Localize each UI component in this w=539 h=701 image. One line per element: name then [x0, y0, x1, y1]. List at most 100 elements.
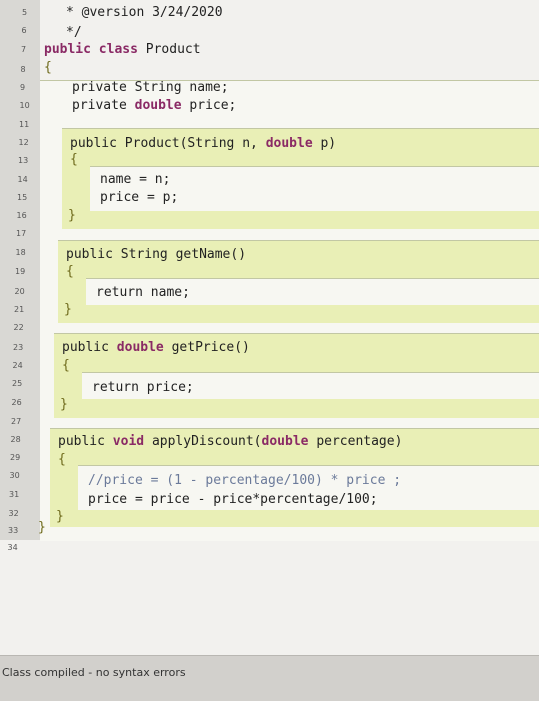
code-line-8: { — [44, 60, 52, 75]
line-number: 6 — [21, 26, 27, 35]
code-line-13: { — [70, 152, 78, 167]
code-line-12: public Product(String n, double p) — [70, 136, 336, 151]
keyword: private — [72, 98, 127, 113]
code-line-30: //price = (1 - percentage/100) * price ; — [88, 473, 401, 488]
param: percentage) — [316, 434, 403, 449]
keyword: double — [261, 434, 309, 449]
javadoc-end: */ — [66, 25, 82, 40]
line-number: 11 — [19, 120, 30, 129]
code-line-31: price = price - price*percentage/100; — [88, 492, 378, 507]
keyword: public — [66, 247, 113, 262]
line-number: 14 — [17, 175, 28, 184]
code-line-6: */ — [66, 25, 82, 40]
comment: //price = (1 - percentage/100) * price ; — [88, 473, 402, 488]
line-number: 28 — [10, 435, 21, 444]
line-number: 26 — [11, 398, 22, 407]
keyword: return — [92, 380, 139, 395]
code-line-19: { — [66, 264, 74, 279]
brace: } — [38, 520, 46, 535]
line-number-gutter: 5 6 7 8 9 10 11 12 13 14 15 16 17 18 19 20 21 22 23 24 25 26 2… — [0, 0, 40, 552]
code-line-10: private double price; — [72, 98, 236, 113]
javadoc-version: * @version 3/24/2020 — [66, 5, 223, 20]
line-number: 34 — [7, 543, 18, 552]
code-line-25: return price; — [92, 380, 194, 395]
field-decl: String name; — [134, 80, 229, 95]
brace: { — [66, 264, 74, 279]
code-line-14: name = n; — [100, 172, 170, 187]
keyword: void — [112, 434, 145, 449]
keyword: public — [58, 434, 105, 449]
keyword: public — [70, 136, 117, 151]
code-line-24: { — [62, 358, 70, 373]
brace: { — [70, 152, 78, 167]
statement: price = p; — [100, 190, 179, 205]
code-line-18: public String getName() — [66, 247, 246, 262]
line-number: 30 — [9, 471, 20, 480]
statement: price = price - price*percentage/100; — [88, 492, 378, 507]
line-number: 32 — [8, 509, 19, 518]
keyword: class — [98, 42, 138, 57]
keyword: private — [72, 80, 127, 95]
line-number: 8 — [20, 65, 26, 74]
code-line-20: return name; — [96, 285, 190, 300]
code-line-29: { — [58, 452, 66, 467]
line-number: 20 — [14, 287, 25, 296]
line-number: 33 — [8, 526, 19, 535]
line-number: 7 — [21, 45, 27, 54]
line-number: 31 — [9, 490, 20, 499]
status-bar: Class compiled - no syntax errors — [0, 655, 539, 701]
field-decl: price; — [189, 98, 237, 113]
keyword: return — [96, 285, 143, 300]
code-line-7: public class Product — [44, 42, 201, 57]
method-signature: String getName() — [120, 247, 247, 262]
line-number: 19 — [15, 267, 26, 276]
line-number: 22 — [13, 323, 24, 332]
line-number: 15 — [17, 193, 28, 202]
line-number: 10 — [19, 101, 30, 110]
code-line-9: private String name; — [72, 80, 229, 95]
method-signature: getPrice() — [171, 340, 250, 355]
param: p) — [320, 136, 337, 151]
line-number: 21 — [14, 305, 25, 314]
brace: { — [58, 452, 66, 467]
code-editor[interactable]: 5 6 7 8 9 10 11 12 13 14 15 16 17 18 19 20 21 22 23 24 25 26 2… — [0, 0, 539, 655]
line-number: 23 — [13, 343, 24, 352]
line-number: 25 — [12, 379, 23, 388]
line-number: 12 — [18, 138, 29, 147]
code-line-26: } — [60, 397, 68, 412]
brace: { — [62, 358, 70, 373]
keyword: public — [62, 340, 109, 355]
line-number: 5 — [22, 8, 28, 17]
brace: { — [44, 60, 52, 75]
line-number: 29 — [10, 453, 21, 462]
code-line-16: } — [68, 208, 76, 223]
code-line-5: * @version 3/24/2020 — [66, 5, 223, 20]
keyword: public — [44, 42, 91, 57]
brace: } — [60, 397, 68, 412]
line-number: 9 — [20, 83, 26, 92]
constructor-signature: Product(String n, — [124, 136, 258, 151]
keyword: double — [265, 136, 313, 151]
line-number: 17 — [16, 229, 27, 238]
code-line-15: price = p; — [100, 190, 178, 205]
statement: price; — [146, 380, 194, 395]
line-number: 13 — [18, 156, 29, 165]
code-line-21: } — [64, 302, 72, 317]
compile-status-message: Class compiled - no syntax errors — [2, 666, 186, 679]
brace: } — [56, 509, 64, 524]
line-number: 24 — [12, 361, 23, 370]
code-line-32: } — [56, 509, 64, 524]
brace: } — [68, 208, 76, 223]
brace: } — [64, 302, 72, 317]
method-signature: applyDiscount( — [151, 434, 262, 449]
keyword: double — [116, 340, 164, 355]
code-line-33: } — [38, 520, 46, 535]
class-name: Product — [145, 42, 201, 57]
line-number: 18 — [15, 248, 26, 257]
statement: name; — [150, 285, 190, 300]
statement: name = n; — [100, 172, 171, 187]
code-line-23: public double getPrice() — [62, 340, 250, 355]
code-line-28: public void applyDiscount(double percent… — [58, 434, 402, 449]
keyword: double — [134, 98, 182, 113]
line-number: 16 — [16, 211, 27, 220]
